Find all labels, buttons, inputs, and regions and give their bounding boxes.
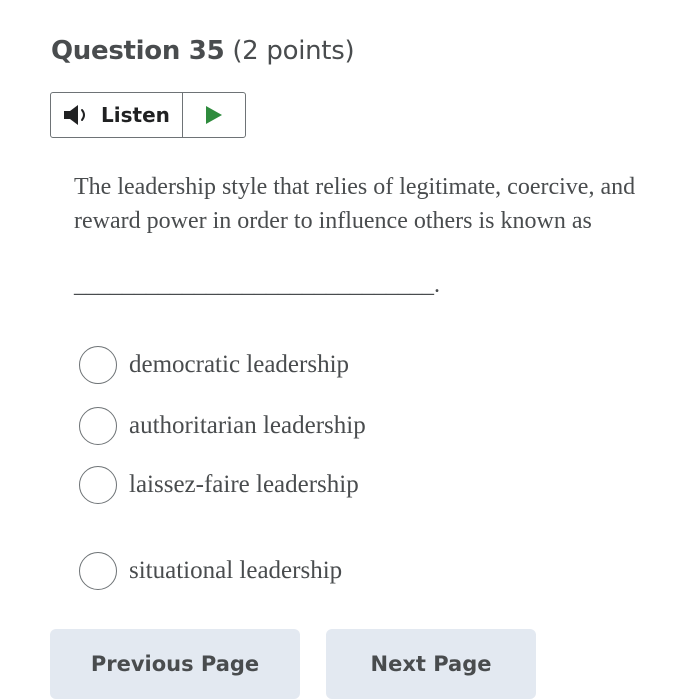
choice-situational[interactable]: situational leadership xyxy=(79,552,342,590)
radio-button[interactable] xyxy=(79,407,117,445)
choice-label: laissez-faire leadership xyxy=(129,471,359,498)
choice-laissez-faire[interactable]: laissez-faire leadership xyxy=(79,466,359,504)
choice-label: authoritarian leadership xyxy=(129,412,366,439)
question-title: Question 35 (2 points) xyxy=(51,36,355,66)
previous-page-button[interactable]: Previous Page xyxy=(50,629,300,699)
radio-button[interactable] xyxy=(79,466,117,504)
listen-label: Listen xyxy=(101,103,170,127)
radio-button[interactable] xyxy=(79,346,117,384)
question-points: (2 points) xyxy=(232,36,355,66)
listen-control: Listen xyxy=(50,92,246,138)
play-button[interactable] xyxy=(183,93,245,137)
question-prompt: The leadership style that relies of legi… xyxy=(74,174,636,234)
next-page-button[interactable]: Next Page xyxy=(326,629,536,699)
question-number: Question 35 xyxy=(51,36,225,66)
answer-blank: ______________________________. xyxy=(74,272,440,298)
listen-button[interactable]: Listen xyxy=(51,93,183,137)
choice-democratic[interactable]: democratic leadership xyxy=(79,346,349,384)
speaker-icon xyxy=(62,103,92,127)
play-icon xyxy=(205,105,223,125)
choice-label: situational leadership xyxy=(129,557,343,584)
radio-button[interactable] xyxy=(79,552,117,590)
choice-label: democratic leadership xyxy=(129,351,350,378)
choice-authoritarian[interactable]: authoritarian leadership xyxy=(79,407,366,445)
